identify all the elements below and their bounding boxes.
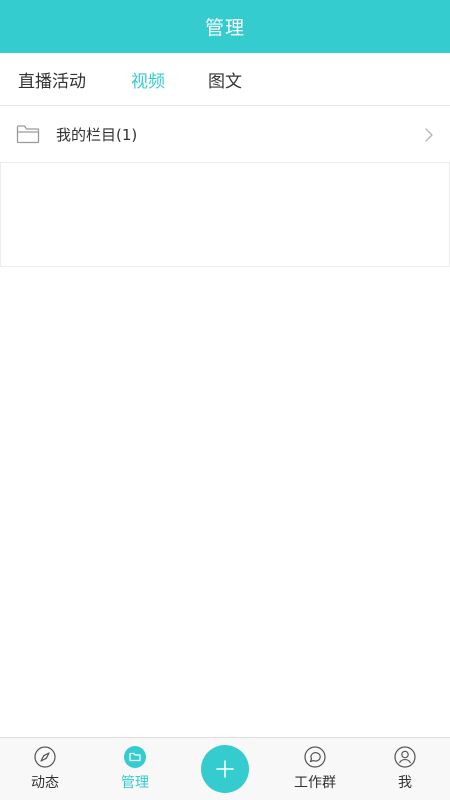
tabbar-item-me[interactable]: 我 [390,738,420,800]
tabbar-item-dynamic[interactable]: 动态 [25,738,65,800]
user-icon [394,746,416,768]
compass-icon [34,746,56,768]
add-button[interactable] [201,745,249,793]
tab-image-text[interactable]: 图文 [208,53,242,106]
list-item-my-columns[interactable]: 我的栏目(1) [0,106,450,163]
tabbar-item-work-group[interactable]: 工作群 [287,738,343,800]
tabbar-label: 工作群 [294,775,336,791]
folder-icon [16,125,40,144]
tabbar-label: 我 [398,775,412,791]
tab-live-activities[interactable]: 直播活动 [18,53,86,106]
tabbar-label: 动态 [31,775,59,791]
chat-bubble-icon [304,746,326,768]
folder-icon [124,746,146,768]
tabbar-item-manage[interactable]: 管理 [112,738,158,800]
plus-icon [216,760,234,778]
content-type-tabs: 直播活动 视频 图文 [0,53,450,106]
tabbar-label: 管理 [121,775,149,791]
column-list: 我的栏目(1) [0,106,450,163]
list-item-label: 我的栏目(1) [56,125,138,144]
chevron-right-icon [425,128,433,142]
page-title: 管理 [204,17,245,39]
top-bar: 管理 [0,0,450,53]
empty-content-area [0,163,450,267]
tab-video[interactable]: 视频 [131,53,165,106]
